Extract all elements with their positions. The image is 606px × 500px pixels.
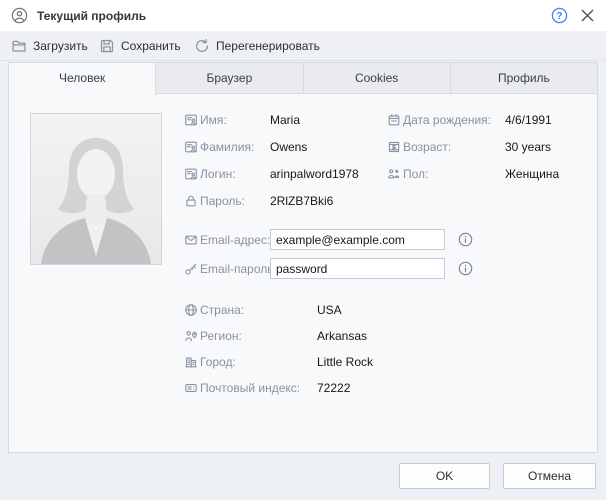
country-value: USA [317, 303, 342, 317]
password-row: Пароль: 2RlZB7Bki6 [184, 187, 359, 214]
birthdate-row: Дата рождения: 4/6/1991 [387, 106, 559, 133]
surname-row: Фамилия: Owens [184, 133, 359, 160]
city-row: Город: Little Rock [184, 349, 373, 375]
profile-window-icon [11, 7, 28, 24]
email-password-input[interactable] [270, 258, 445, 279]
gender-row: Пол: Женщина [387, 160, 559, 187]
password-value: 2RlZB7Bki6 [270, 194, 333, 208]
current-profile-dialog: Текущий профиль ? Загрузить [0, 0, 606, 500]
refresh-icon [194, 38, 210, 54]
name-row: Имя: Maria [184, 106, 359, 133]
identity-field-group: Имя: Maria Фамилия: Owens Логин: arinpal… [184, 106, 359, 214]
password-label: Пароль: [200, 194, 270, 208]
globe-icon [184, 303, 200, 317]
key-icon [184, 262, 200, 276]
envelope-icon [184, 233, 200, 247]
region-value: Arkansas [317, 329, 367, 343]
age-value: 30 years [505, 140, 551, 154]
person-pin-icon [184, 329, 200, 343]
postal-code-label: Почтовый индекс: [200, 381, 317, 395]
tab-profile[interactable]: Профиль [451, 62, 598, 94]
lock-icon [184, 194, 200, 208]
info-icon[interactable] [458, 261, 473, 276]
surname-value: Owens [270, 140, 307, 154]
age-label: Возраст: [403, 140, 505, 154]
id-card-icon [184, 167, 200, 181]
birthdate-label: Дата рождения: [403, 113, 505, 127]
login-value: arinpalword1978 [270, 167, 359, 181]
title-bar: Текущий профиль ? [0, 0, 606, 31]
tab-person[interactable]: Человек [8, 62, 156, 95]
country-label: Страна: [200, 303, 317, 317]
folder-icon [11, 38, 27, 54]
email-address-input[interactable] [270, 229, 445, 250]
surname-label: Фамилия: [200, 140, 270, 154]
load-button-label: Загрузить [33, 39, 88, 53]
name-label: Имя: [200, 113, 270, 127]
location-field-group: Страна: USA Регион: Arkansas Город: Litt… [184, 297, 373, 401]
save-disk-icon [99, 38, 115, 54]
save-button-label: Сохранить [121, 39, 181, 53]
city-label: Город: [200, 355, 317, 369]
city-value: Little Rock [317, 355, 373, 369]
ok-button[interactable]: OK [399, 463, 490, 489]
email-address-row: Email-адрес: [184, 225, 473, 254]
name-value: Maria [270, 113, 300, 127]
gender-value: Женщина [505, 167, 559, 181]
email-password-label: Email-пароль: [200, 262, 270, 276]
help-icon[interactable]: ? [551, 7, 568, 24]
calendar-icon [387, 113, 403, 127]
postal-icon [184, 381, 200, 395]
regenerate-button[interactable]: Перегенерировать [194, 31, 320, 60]
svg-text:?: ? [556, 11, 562, 22]
postal-code-row: Почтовый индекс: 72222 [184, 375, 373, 401]
close-icon[interactable] [580, 8, 595, 23]
email-address-label: Email-адрес: [200, 233, 270, 247]
country-row: Страна: USA [184, 297, 373, 323]
email-field-group: Email-адрес: Email-пароль: [184, 225, 473, 283]
cancel-button[interactable]: Отмена [503, 463, 596, 489]
tab-cookies[interactable]: Cookies [304, 62, 451, 94]
demographics-field-group: Дата рождения: 4/6/1991 Возраст: 30 year… [387, 106, 559, 187]
window-title: Текущий профиль [37, 9, 539, 23]
login-label: Логин: [200, 167, 270, 181]
tab-bar: Человек Браузер Cookies Профиль [8, 62, 598, 94]
regenerate-button-label: Перегенерировать [216, 39, 320, 53]
postal-code-value: 72222 [317, 381, 350, 395]
region-label: Регион: [200, 329, 317, 343]
region-row: Регион: Arkansas [184, 323, 373, 349]
portrait-icon [387, 140, 403, 154]
id-card-icon [184, 113, 200, 127]
toolbar: Загрузить Сохранить Перегенерировать [0, 31, 606, 61]
tab-browser[interactable]: Браузер [156, 62, 303, 94]
email-password-row: Email-пароль: [184, 254, 473, 283]
load-button[interactable]: Загрузить [11, 31, 88, 60]
gender-icon [387, 167, 403, 181]
gender-label: Пол: [403, 167, 505, 181]
login-row: Логин: arinpalword1978 [184, 160, 359, 187]
birthdate-value: 4/6/1991 [505, 113, 552, 127]
id-card-icon [184, 140, 200, 154]
age-row: Возраст: 30 years [387, 133, 559, 160]
info-icon[interactable] [458, 232, 473, 247]
save-button[interactable]: Сохранить [99, 31, 181, 60]
avatar [30, 113, 162, 265]
city-icon [184, 355, 200, 369]
